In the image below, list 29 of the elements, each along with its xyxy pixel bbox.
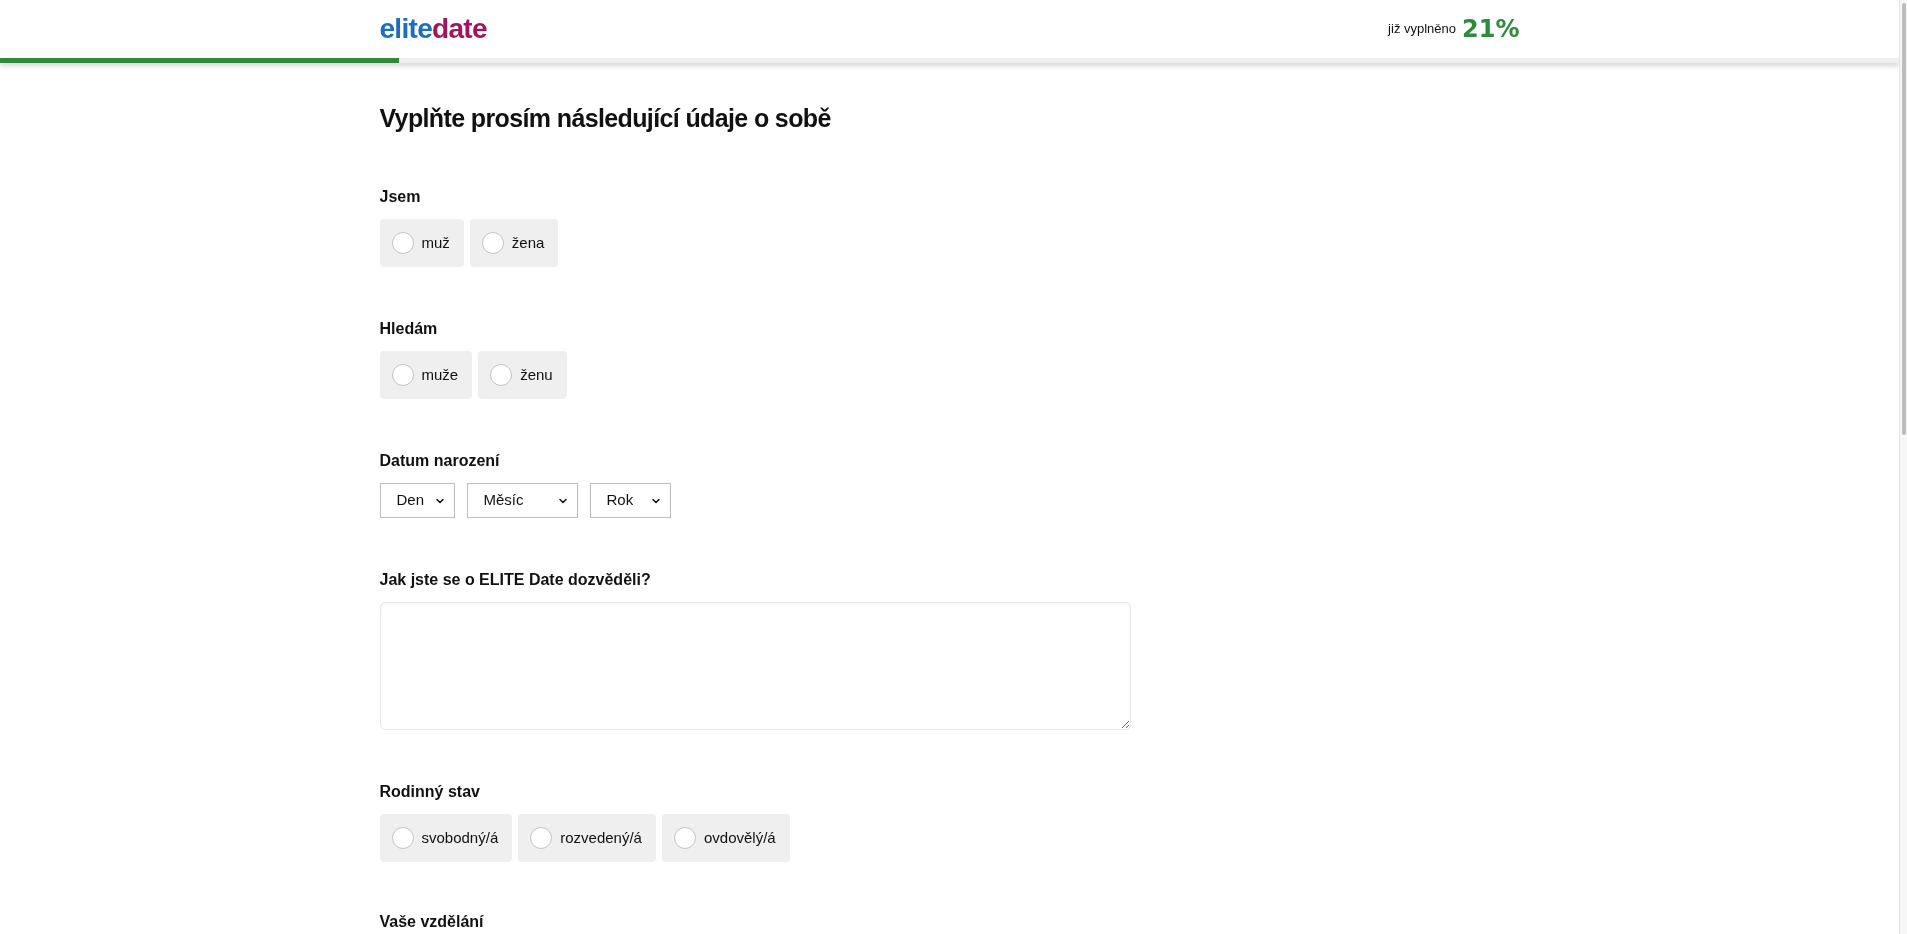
logo[interactable]: elitedate: [379, 15, 487, 43]
answer-field[interactable]: [379, 602, 1131, 730]
radio-option[interactable]: ovdovělý/á: [661, 814, 790, 862]
dropdown-select[interactable]: Den: [379, 483, 455, 518]
radio-icon[interactable]: [530, 827, 553, 849]
page-title: Vyplňte prosím následující údaje o sobě: [379, 103, 831, 134]
dropdown-select[interactable]: Měsíc: [466, 483, 578, 518]
radio-option[interactable]: svobodný/á: [379, 814, 513, 862]
radio-icon[interactable]: [391, 827, 414, 849]
field-label: Datum narození: [379, 451, 500, 471]
progress-label: již vyplněno: [1388, 20, 1457, 39]
progress-percent: 21%: [1462, 17, 1520, 41]
radio-icon[interactable]: [391, 364, 414, 386]
radio-option[interactable]: rozvedený/á: [518, 814, 656, 862]
field-label: Jak jste se o ELITE Date dozvěděli?: [379, 570, 651, 590]
dropdown-select[interactable]: Rok: [589, 483, 671, 518]
field-label: Rodinný stav: [379, 782, 480, 802]
radio-icon[interactable]: [481, 232, 504, 254]
radio-option[interactable]: ženu: [478, 351, 567, 399]
field-label: Hledám: [379, 319, 438, 339]
section-heading: Vaše vzdělání: [379, 912, 484, 932]
radio-icon[interactable]: [673, 827, 696, 849]
radio-icon[interactable]: [391, 232, 414, 254]
field-label: Jsem: [379, 187, 421, 207]
scrollbar-thumb[interactable]: [1902, 3, 1906, 435]
radio-option[interactable]: žena: [469, 219, 559, 267]
radio-option[interactable]: muže: [379, 351, 473, 399]
radio-icon[interactable]: [490, 364, 513, 386]
radio-option[interactable]: muž: [379, 219, 464, 267]
